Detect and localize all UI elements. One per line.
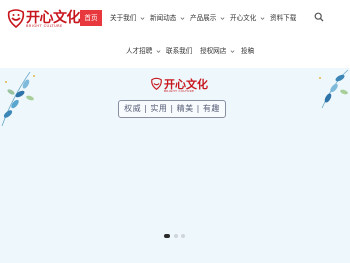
banner-logo: 开心文化 BRIGHT CULTURE	[150, 76, 208, 98]
nav-news[interactable]: 新闻动态	[150, 10, 185, 26]
nav-culture[interactable]: 开心文化	[230, 10, 265, 26]
nav-home-label: 首页	[84, 14, 98, 22]
carousel-indicators	[164, 234, 186, 238]
leaves-decoration-right	[319, 69, 349, 109]
chevron-down-icon	[181, 16, 185, 20]
banner-logo-subtitle: BRIGHT CULTURE	[164, 89, 195, 93]
logo-subtitle: BRIGHT CULTURE	[26, 24, 63, 28]
nav-stores-label: 授权网店	[200, 47, 227, 55]
nav-downloads-label: 资料下载	[270, 14, 297, 22]
banner-slogan: 权威 | 实用 | 精美 | 有趣	[118, 100, 226, 118]
site-logo[interactable]: 开心文化 BRIGHT CULTURE	[6, 6, 81, 30]
hero-banner[interactable]: 开心文化 BRIGHT CULTURE 权威 | 实用 | 精美 | 有趣	[0, 68, 350, 263]
chevron-down-icon	[157, 49, 161, 53]
nav-home[interactable]: 首页	[80, 10, 102, 26]
nav-products-label: 产品展示	[190, 14, 217, 22]
nav-news-label: 新闻动态	[150, 14, 177, 22]
carousel-dot-3[interactable]	[181, 234, 185, 238]
chevron-down-icon	[141, 16, 145, 20]
nav-about-label: 关于我们	[110, 14, 137, 22]
carousel-dot-2[interactable]	[174, 234, 178, 238]
leaves-decoration-left	[1, 71, 35, 127]
site-header: 开心文化 BRIGHT CULTURE 首页 关于我们 新闻动态 产品展示 开心…	[0, 0, 350, 68]
nav-careers-label: 人才招聘	[126, 47, 153, 55]
nav-careers[interactable]: 人才招聘	[126, 43, 161, 59]
nav-contact[interactable]: 联系我们	[166, 43, 192, 59]
nav-products[interactable]: 产品展示	[190, 10, 225, 26]
banner-lower-area	[0, 130, 350, 263]
smile-face-icon	[151, 77, 162, 90]
search-icon[interactable]	[314, 12, 324, 22]
nav-submit[interactable]: 投稿	[241, 43, 254, 59]
nav-downloads[interactable]: 资料下载	[270, 10, 296, 26]
smile-face-icon	[7, 9, 25, 28]
nav-stores[interactable]: 授权网店	[200, 43, 235, 59]
chevron-down-icon	[231, 49, 235, 53]
nav-culture-label: 开心文化	[230, 14, 257, 22]
chevron-down-icon	[221, 16, 225, 20]
carousel-dot-1[interactable]	[164, 234, 170, 238]
chevron-down-icon	[261, 16, 265, 20]
nav-contact-label: 联系我们	[166, 47, 193, 55]
nav-submit-label: 投稿	[241, 47, 255, 55]
nav-about[interactable]: 关于我们	[110, 10, 145, 26]
